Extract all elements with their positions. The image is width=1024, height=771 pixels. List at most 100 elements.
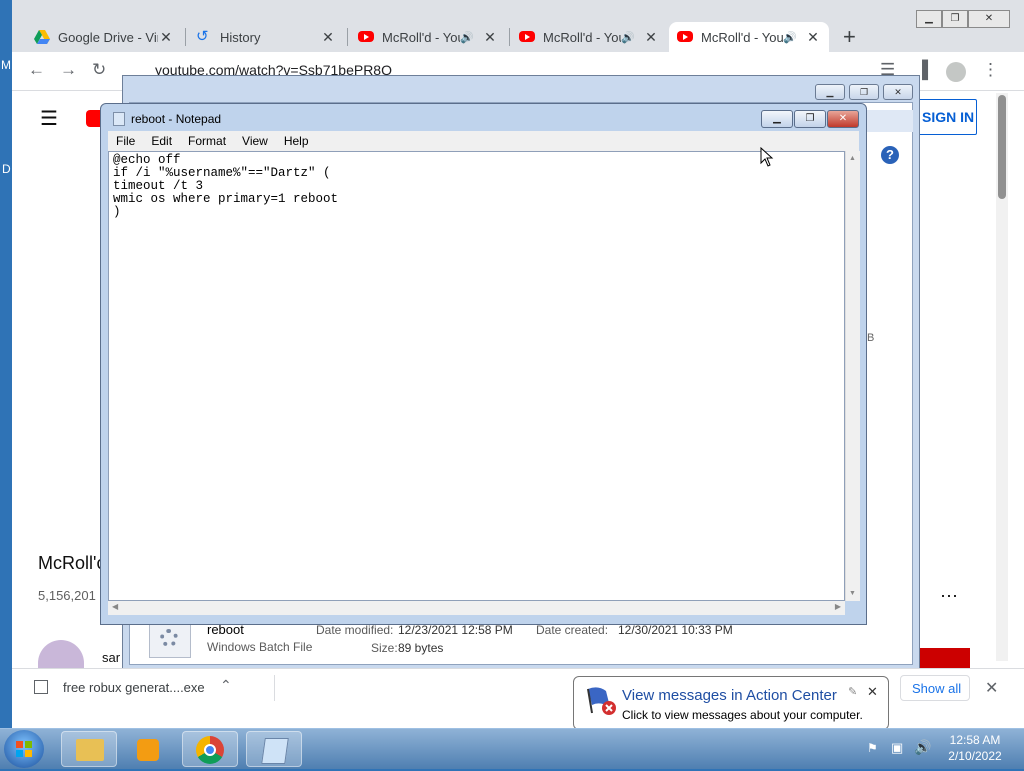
date-created-label: Date created: bbox=[536, 623, 609, 637]
close-window-button[interactable]: ✕ bbox=[883, 84, 913, 100]
date-modified: 12/23/2021 12:58 PM bbox=[398, 623, 513, 637]
notepad-icon bbox=[261, 738, 289, 764]
batch-file-icon bbox=[149, 622, 191, 658]
folder-icon bbox=[76, 739, 104, 761]
close-icon[interactable]: ✕ bbox=[985, 678, 998, 698]
chevron-up-icon[interactable]: ⌃ bbox=[220, 677, 232, 694]
tab-separator bbox=[347, 28, 348, 46]
back-icon[interactable]: ← bbox=[28, 60, 45, 80]
maximize-button[interactable]: ❐ bbox=[849, 84, 879, 100]
tab-label: Google Drive - Vir bbox=[58, 29, 158, 45]
explorer-toolbar-right bbox=[867, 110, 913, 132]
subscribe-button[interactable] bbox=[920, 648, 970, 668]
tab-separator bbox=[185, 28, 186, 46]
taskbar-chrome[interactable] bbox=[182, 731, 238, 767]
menu-bar: File Edit Format View Help bbox=[108, 131, 859, 151]
tab-youtube-3-active[interactable]: McRoll'd - You 🔊 ✕ bbox=[669, 22, 829, 52]
menu-dots-icon[interactable]: ⋮ bbox=[982, 60, 999, 80]
show-all-button[interactable]: Show all bbox=[900, 675, 970, 701]
desktop-label: D bbox=[2, 162, 11, 176]
date-created: 12/30/2021 10:33 PM bbox=[618, 623, 733, 637]
menu-help[interactable]: Help bbox=[276, 131, 317, 151]
speaker-icon[interactable]: 🔊 bbox=[460, 31, 474, 44]
close-icon[interactable]: ✕ bbox=[320, 29, 336, 46]
comment-user: sar bbox=[102, 650, 121, 665]
video-title: McRoll'c bbox=[38, 553, 106, 573]
action-center-flag-icon bbox=[584, 685, 618, 720]
clock-date[interactable]: 2/10/2022 bbox=[940, 749, 1010, 763]
taskbar: ⚑ ▣ 🔊 12:58 AM 2/10/2022 bbox=[0, 728, 1024, 769]
hamburger-menu-icon[interactable]: ☰ bbox=[40, 106, 58, 131]
taskbar-notepad[interactable] bbox=[246, 731, 302, 767]
chrome-icon bbox=[196, 736, 224, 764]
sign-in-button[interactable]: SIGN IN bbox=[917, 99, 977, 135]
balloon-title[interactable]: View messages in Action Center bbox=[622, 687, 837, 704]
close-icon[interactable]: ✕ bbox=[643, 29, 659, 46]
tab-separator bbox=[509, 28, 510, 46]
start-button[interactable] bbox=[4, 730, 44, 768]
close-window-button[interactable]: ✕ bbox=[827, 110, 859, 128]
mouse-cursor bbox=[760, 146, 774, 170]
text-editor[interactable]: @echo off if /i "%username%"=="Dartz" ( … bbox=[108, 151, 845, 601]
divider bbox=[274, 675, 275, 701]
maximize-button[interactable]: ❐ bbox=[942, 10, 968, 28]
reload-icon[interactable]: ↻ bbox=[92, 60, 106, 80]
close-icon[interactable]: ✕ bbox=[158, 29, 174, 46]
pin-icon[interactable]: ✎ bbox=[848, 685, 857, 698]
media-player-icon bbox=[137, 739, 159, 761]
volume-icon[interactable]: 🔊 bbox=[914, 739, 931, 756]
menu-file[interactable]: File bbox=[108, 131, 143, 151]
menu-format[interactable]: Format bbox=[180, 131, 234, 151]
profile-avatar[interactable] bbox=[946, 62, 966, 82]
date-modified-label: Date modified: bbox=[316, 623, 394, 637]
tab-google-drive[interactable]: Google Drive - Vir ✕ bbox=[26, 22, 182, 52]
youtube-icon bbox=[677, 29, 693, 45]
taskbar-explorer[interactable] bbox=[61, 731, 117, 767]
tab-youtube-2[interactable]: McRoll'd - You 🔊 ✕ bbox=[511, 22, 667, 52]
close-window-button[interactable]: ✕ bbox=[968, 10, 1010, 28]
tab-youtube-1[interactable]: McRoll'd - You 🔊 ✕ bbox=[350, 22, 506, 52]
close-icon[interactable]: ✕ bbox=[805, 29, 821, 46]
maximize-button[interactable]: ❐ bbox=[794, 110, 826, 128]
horizontal-scrollbar[interactable]: ◀ ▶ bbox=[108, 601, 845, 615]
file-size: 89 bytes bbox=[398, 641, 444, 655]
notepad-icon bbox=[113, 112, 125, 126]
desktop-label: M bbox=[1, 58, 11, 72]
close-icon[interactable]: ✕ bbox=[482, 29, 498, 46]
network-icon[interactable]: ▣ bbox=[891, 740, 903, 756]
tab-label: McRoll'd - You bbox=[543, 29, 622, 45]
action-center-balloon[interactable]: View messages in Action Center Click to … bbox=[573, 676, 889, 730]
close-icon[interactable]: ✕ bbox=[867, 684, 878, 700]
action-center-tray-icon[interactable]: ⚑ bbox=[867, 741, 878, 755]
menu-view[interactable]: View bbox=[234, 131, 276, 151]
show-all-label: Show all bbox=[912, 681, 962, 696]
tab-strip: ▁ ❐ ✕ Google Drive - Vir ✕ ↺ History ✕ M… bbox=[12, 0, 1024, 52]
page-scrollbar[interactable] bbox=[996, 93, 1008, 661]
sign-in-label: SIGN IN bbox=[922, 109, 975, 125]
avatar[interactable] bbox=[38, 640, 84, 668]
more-actions-icon[interactable]: ⋯ bbox=[940, 586, 958, 607]
minimize-button[interactable]: ▁ bbox=[916, 10, 942, 28]
vertical-scrollbar[interactable]: ▲ ▼ bbox=[845, 151, 860, 601]
youtube-icon bbox=[519, 29, 535, 45]
speaker-icon[interactable]: 🔊 bbox=[621, 31, 635, 44]
minimize-button[interactable]: ▁ bbox=[761, 110, 793, 128]
balloon-text: Click to view messages about your comput… bbox=[622, 708, 863, 722]
clock-time[interactable]: 12:58 AM bbox=[940, 733, 1010, 747]
forward-icon[interactable]: → bbox=[60, 60, 77, 80]
file-type: Windows Batch File bbox=[207, 640, 313, 654]
window-title: reboot - Notepad bbox=[131, 112, 222, 126]
tab-history[interactable]: ↺ History ✕ bbox=[188, 22, 344, 52]
google-drive-icon bbox=[34, 29, 50, 45]
speaker-icon[interactable]: 🔊 bbox=[783, 31, 797, 44]
menu-edit[interactable]: Edit bbox=[143, 131, 180, 151]
help-icon[interactable]: ? bbox=[881, 146, 899, 164]
file-icon bbox=[34, 680, 48, 694]
size-badge: B bbox=[867, 332, 875, 344]
history-icon: ↺ bbox=[196, 28, 209, 45]
new-tab-button[interactable]: + bbox=[843, 24, 856, 50]
tab-label: McRoll'd - You bbox=[382, 29, 461, 45]
taskbar-media-player[interactable] bbox=[122, 731, 178, 767]
download-item[interactable]: free robux generat....exe bbox=[63, 680, 205, 695]
minimize-button[interactable]: ▁ bbox=[815, 84, 845, 100]
